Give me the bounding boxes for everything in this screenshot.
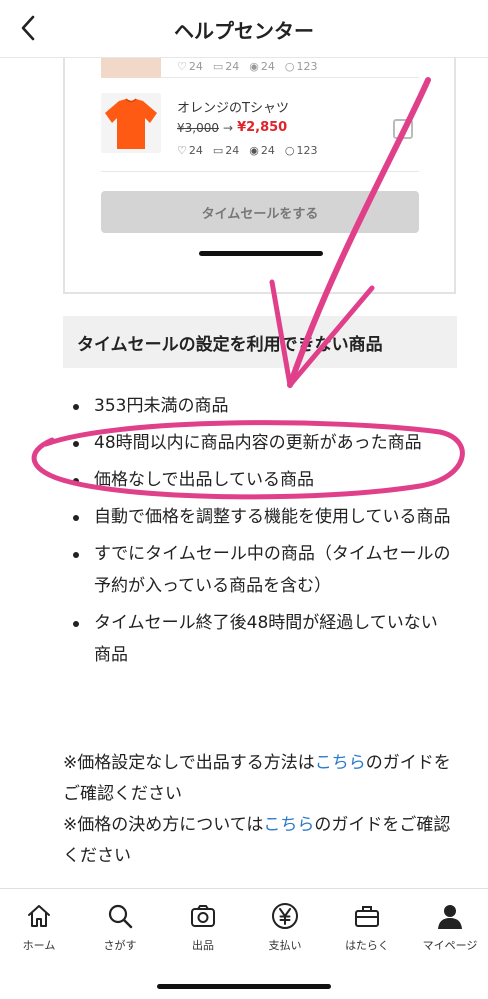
note: ※価格の決め方についてはこちらのガイドをご確認ください bbox=[63, 815, 451, 866]
list-item: 48時間以内に商品内容の更新があった商品 bbox=[68, 427, 452, 459]
product-price: ¥3,000 → ¥2,850 bbox=[177, 120, 287, 135]
arrow-right-icon: → bbox=[223, 120, 234, 135]
product-stats: ♡ 24 ▭ 24 ◉ 24 ○ 123 bbox=[177, 60, 318, 73]
search-icon bbox=[105, 901, 135, 931]
yen-icon bbox=[270, 901, 300, 931]
list-item: 自動で価格を調整する機能を使用している商品 bbox=[68, 501, 452, 533]
guide-notes: ※価格設定なしで出品する方法はこちらのガイドをご確認ください ※価格の決め方につ… bbox=[63, 748, 455, 872]
product-stats: ♡ 24 ▭ 24 ◉ 24 ○ 123 bbox=[177, 144, 318, 157]
nav-item-home[interactable]: ホーム bbox=[0, 901, 79, 953]
section-heading: タイムセールの設定を利用できない商品 bbox=[63, 316, 457, 368]
briefcase-icon bbox=[352, 901, 382, 931]
timesale-button[interactable]: タイムセールをする bbox=[101, 191, 419, 233]
search-icon: ○ bbox=[284, 60, 295, 73]
home-icon bbox=[24, 901, 54, 931]
orange-tshirt-thumbnail bbox=[101, 93, 161, 153]
nav-item-search[interactable]: さがす bbox=[80, 901, 160, 953]
like-stat: ♡ 24 bbox=[177, 60, 203, 73]
comment-icon: ▭ bbox=[212, 144, 224, 157]
search-stat: ○ 123 bbox=[284, 144, 318, 157]
heart-icon: ♡ bbox=[177, 144, 187, 157]
list-item: タイムセール終了後48時間が経過していない商品 bbox=[68, 607, 452, 671]
search-icon: ○ bbox=[284, 144, 295, 157]
home-indicator bbox=[157, 984, 331, 989]
product-item: ♡ 24 ▭ 24 ◉ 24 ○ 123 bbox=[101, 58, 419, 78]
old-price: ¥3,000 bbox=[177, 120, 219, 135]
heart-icon: ♡ bbox=[177, 60, 187, 73]
select-checkbox[interactable] bbox=[393, 119, 413, 139]
bottom-nav: ホーム さがす 出品 支払い はたらく マイページ bbox=[0, 888, 488, 999]
nav-item-mypage[interactable]: マイページ bbox=[410, 901, 488, 953]
product-thumbnail bbox=[101, 58, 161, 78]
ineligible-items-list: 353円未満の商品 48時間以内に商品内容の更新があった商品 価格なしで出品して… bbox=[68, 390, 452, 676]
header: ヘルプセンター bbox=[0, 0, 488, 58]
list-item: 価格なしで出品している商品 bbox=[68, 464, 452, 496]
guide-link[interactable]: こちら bbox=[315, 753, 366, 773]
guide-link[interactable]: こちら bbox=[263, 815, 314, 835]
nav-item-work[interactable]: はたらく bbox=[327, 901, 407, 953]
nav-item-sell[interactable]: 出品 bbox=[163, 901, 243, 953]
nav-item-payment[interactable]: 支払い bbox=[245, 901, 325, 953]
list-item: 353円未満の商品 bbox=[68, 390, 452, 422]
view-stat: ◉ 24 bbox=[249, 60, 275, 73]
note: ※価格設定なしで出品する方法はこちらのガイドをご確認ください bbox=[63, 753, 451, 804]
new-price: ¥2,850 bbox=[237, 120, 288, 135]
like-stat: ♡ 24 bbox=[177, 144, 203, 157]
eye-icon: ◉ bbox=[249, 144, 259, 157]
person-icon bbox=[435, 901, 465, 931]
camera-icon bbox=[188, 901, 218, 931]
timesale-screenshot-card: ♡ 24 ▭ 24 ◉ 24 ○ 123 オレンジのTシャツ ¥3,000 → ¥2,8… bbox=[63, 58, 456, 294]
comment-stat: ▭ 24 bbox=[212, 60, 240, 73]
comment-stat: ▭ 24 bbox=[212, 144, 240, 157]
page-title: ヘルプセンター bbox=[174, 19, 314, 43]
list-item: すでにタイムセール中の商品（タイムセールの予約が入っている商品を含む） bbox=[68, 538, 452, 602]
comment-icon: ▭ bbox=[212, 60, 224, 73]
eye-icon: ◉ bbox=[249, 60, 259, 73]
product-item: オレンジのTシャツ ¥3,000 → ¥2,850 ♡ 24 ▭ 24 ◉ 24 ○ 1… bbox=[101, 80, 419, 172]
view-stat: ◉ 24 bbox=[249, 144, 275, 157]
product-name: オレンジのTシャツ bbox=[177, 101, 289, 116]
home-indicator bbox=[199, 251, 323, 256]
search-stat: ○ 123 bbox=[284, 60, 318, 73]
